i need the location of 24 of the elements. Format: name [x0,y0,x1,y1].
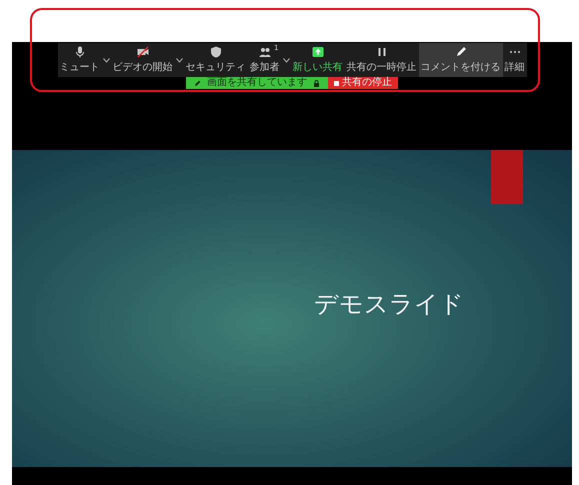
toolbar-button[interactable]: コメントを付ける [418,43,502,77]
pencil-icon [194,80,201,86]
caret-icon[interactable] [282,58,290,62]
microphone-icon [74,46,86,58]
slide-title: デモスライド [314,288,464,320]
upload-icon [312,46,324,58]
stop-sharing-button[interactable]: 共有の停止 [328,77,398,89]
video-camera-icon [136,46,148,58]
toolbar-button[interactable]: 新しい共有 [290,43,344,77]
toolbar-button[interactable]: 共有の一時停止 [344,43,418,77]
people-icon [258,46,270,58]
slide-accent-bar [491,150,523,204]
caret-icon[interactable] [102,58,110,62]
toolbar-button[interactable]: セキュリティ [184,43,248,77]
stop-icon [334,80,339,86]
pause-icon [376,46,388,58]
lock-icon [313,80,320,86]
toolbar-button[interactable]: 詳細 [502,43,526,77]
toolbar-button[interactable]: ビデオの開始 [110,43,174,77]
toolbar-button[interactable]: ミュート [58,43,102,77]
sharing-status-text: 画面を共有しています [207,77,307,89]
caret-icon[interactable] [176,58,182,62]
shield-icon [210,46,222,58]
pencil-icon [454,46,466,58]
